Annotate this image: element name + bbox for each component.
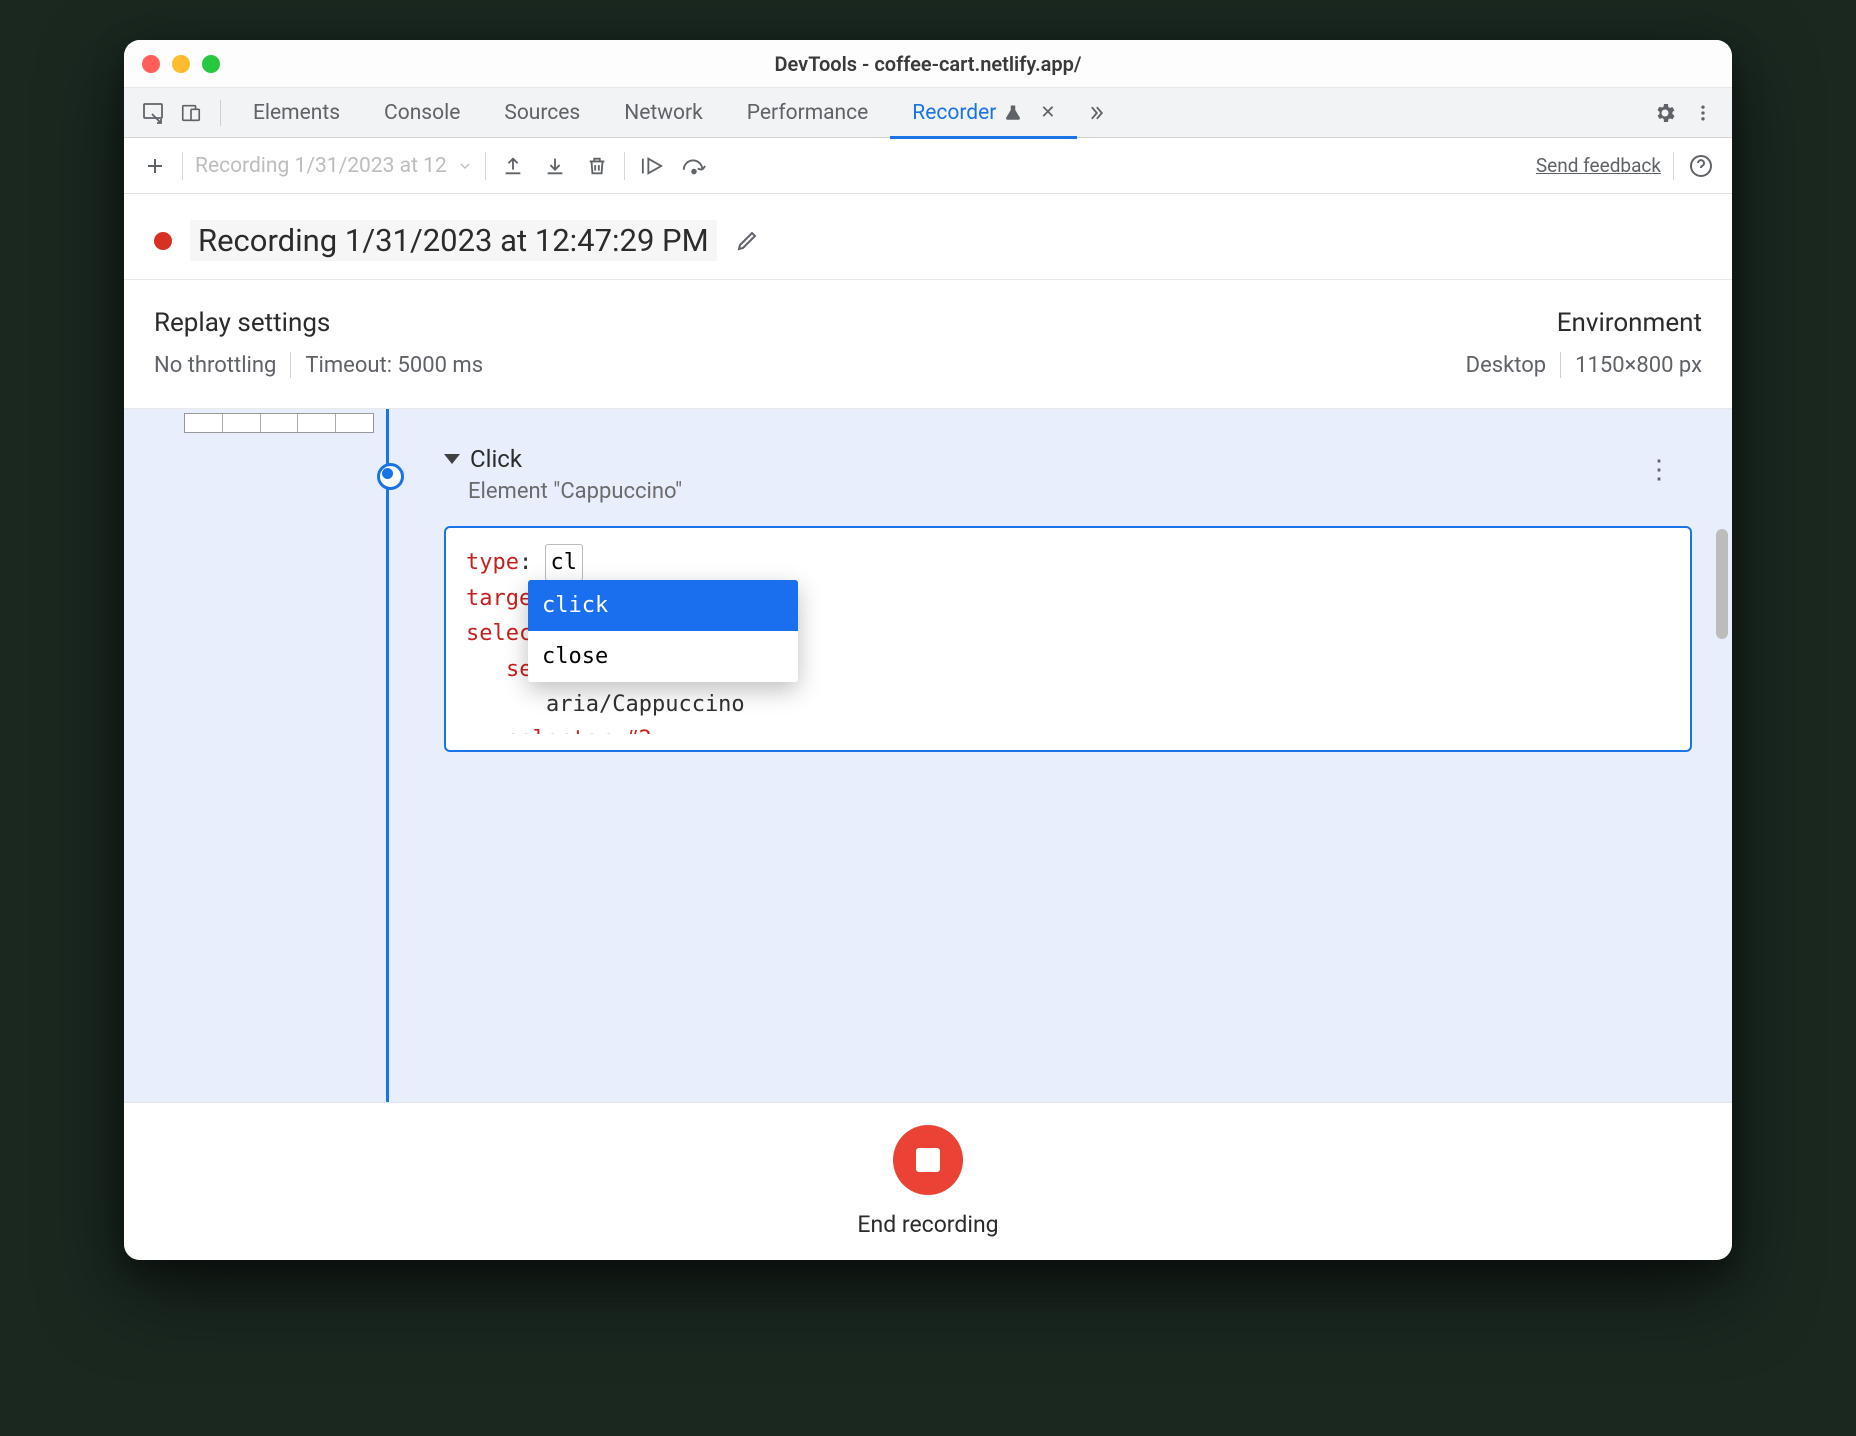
flask-icon — [1004, 104, 1022, 122]
tab-performance[interactable]: Performance — [725, 88, 890, 138]
type-key: type — [466, 550, 519, 575]
recorder-footer: End recording — [124, 1102, 1732, 1260]
tab-sources[interactable]: Sources — [482, 88, 602, 138]
new-recording-icon[interactable] — [140, 151, 170, 181]
separator — [624, 152, 625, 180]
titlebar: DevTools - coffee-cart.netlify.app/ — [124, 40, 1732, 88]
throttling-value[interactable]: No throttling — [154, 353, 276, 378]
separator — [290, 352, 291, 378]
separator — [220, 100, 221, 126]
replay-settings-heading: Replay settings — [154, 308, 483, 338]
environment-heading: Environment — [1557, 308, 1702, 338]
separator — [1673, 152, 1674, 180]
autocomplete-dropdown: click close — [528, 580, 798, 682]
kebab-menu-icon[interactable] — [1684, 94, 1722, 132]
devtools-tabs: Elements Console Sources Network Perform… — [124, 88, 1732, 138]
chevron-down-icon — [457, 158, 473, 174]
window-controls — [142, 55, 220, 73]
devtools-window: DevTools - coffee-cart.netlify.app/ Elem… — [124, 40, 1732, 1260]
help-icon[interactable] — [1686, 151, 1716, 181]
settings-icon[interactable] — [1646, 94, 1684, 132]
viewport-value[interactable]: 1150×800 px — [1575, 353, 1702, 378]
autocomplete-option[interactable]: click — [528, 580, 798, 631]
tab-elements[interactable]: Elements — [231, 88, 362, 138]
device-toggle-icon[interactable] — [172, 94, 210, 132]
settings-row: Replay settings No throttling Timeout: 5… — [124, 280, 1732, 409]
environment-settings: Environment Desktop 1150×800 px — [1466, 308, 1702, 378]
tab-console[interactable]: Console — [362, 88, 482, 138]
delete-icon[interactable] — [582, 151, 612, 181]
end-recording-label: End recording — [857, 1211, 998, 1238]
step-subtitle: Element "Cappuccino" — [468, 479, 1692, 504]
edit-title-icon[interactable] — [735, 229, 759, 253]
replay-icon[interactable] — [637, 151, 667, 181]
recording-indicator-icon — [154, 232, 172, 250]
timeout-value[interactable]: Timeout: 5000 ms — [305, 353, 483, 378]
recording-select[interactable]: Recording 1/31/2023 at 12 — [195, 154, 473, 178]
tab-recorder[interactable]: Recorder ✕ — [890, 88, 1077, 138]
type-input[interactable]: cl — [545, 544, 583, 581]
recorder-toolbar: Recording 1/31/2023 at 12 Send feedback — [124, 138, 1732, 194]
import-icon[interactable] — [540, 151, 570, 181]
more-tabs-icon[interactable] — [1077, 94, 1115, 132]
separator — [1560, 352, 1561, 378]
timeline-line — [386, 409, 389, 1102]
screenshot-thumbnails[interactable] — [184, 413, 374, 433]
recording-header: Recording 1/31/2023 at 12:47:29 PM — [124, 194, 1732, 280]
step-over-icon[interactable] — [679, 151, 709, 181]
export-icon[interactable] — [498, 151, 528, 181]
recording-title[interactable]: Recording 1/31/2023 at 12:47:29 PM — [190, 220, 717, 261]
separator — [182, 152, 183, 180]
replay-settings: Replay settings No throttling Timeout: 5… — [154, 308, 483, 378]
minimize-window-button[interactable] — [172, 55, 190, 73]
send-feedback-link[interactable]: Send feedback — [1536, 154, 1661, 177]
window-title: DevTools - coffee-cart.netlify.app/ — [124, 52, 1732, 76]
autocomplete-option[interactable]: close — [528, 631, 798, 682]
step-card[interactable]: Click Element "Cappuccino" type: cl targ… — [444, 445, 1692, 752]
end-recording-button[interactable] — [893, 1125, 963, 1195]
step-timeline-area: ⋮ Click Element "Cappuccino" type: cl ta… — [124, 409, 1732, 1102]
selector1-value[interactable]: aria/Cappuccino — [546, 692, 745, 717]
close-tab-icon[interactable]: ✕ — [1040, 102, 1055, 123]
separator — [485, 152, 486, 180]
step-header[interactable]: Click — [444, 445, 1692, 473]
stop-icon — [916, 1148, 940, 1172]
close-window-button[interactable] — [142, 55, 160, 73]
tab-recorder-label: Recorder — [912, 101, 996, 125]
tab-network[interactable]: Network — [602, 88, 725, 138]
expand-icon[interactable] — [444, 454, 460, 464]
scrollbar-thumb[interactable] — [1716, 529, 1728, 639]
inspect-icon[interactable] — [134, 94, 172, 132]
step-detail-editor[interactable]: type: cl target select selector #1: aria… — [444, 526, 1692, 752]
recording-select-label: Recording 1/31/2023 at 12 — [195, 154, 447, 178]
step-title: Click — [470, 445, 522, 473]
device-value[interactable]: Desktop — [1466, 353, 1547, 378]
maximize-window-button[interactable] — [202, 55, 220, 73]
selector2-key: selector #2: — [506, 727, 665, 734]
